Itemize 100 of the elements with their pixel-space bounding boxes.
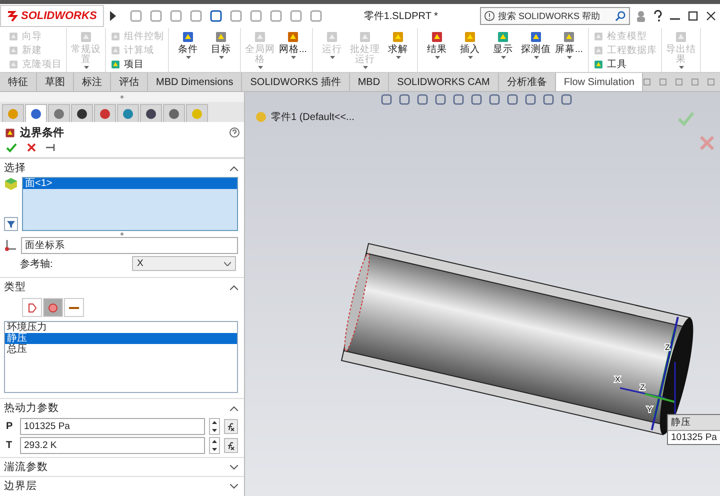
parameter-field[interactable]: 101325 Pa	[20, 418, 205, 435]
solidworks-logo[interactable]: SOLIDWORKS	[0, 5, 104, 27]
panel-tab[interactable]	[71, 104, 93, 122]
part-tree-label[interactable]: 零件1 (Default<<...	[271, 110, 354, 124]
type-button[interactable]	[43, 298, 63, 317]
ok-check-icon[interactable]	[678, 112, 694, 126]
down-arrow-icon[interactable]	[212, 448, 217, 451]
command-tab[interactable]: 特征	[0, 73, 37, 91]
caret-icon	[534, 56, 538, 59]
section-header[interactable]: 边界层	[4, 479, 37, 493]
caret-icon	[218, 56, 224, 59]
ribbon-command[interactable]: 插入	[455, 30, 485, 59]
list-item[interactable]: 总压	[5, 344, 237, 355]
drag-handle-icon[interactable]	[120, 95, 124, 99]
command-icon	[214, 30, 228, 44]
pressure-callout: 静压 101325 Pa	[667, 414, 720, 445]
tab-icon	[76, 108, 88, 120]
spin-button[interactable]	[209, 418, 220, 435]
user-icon[interactable]	[636, 10, 646, 22]
command-icon	[286, 30, 300, 44]
search-icon[interactable]	[615, 10, 626, 22]
command-tab[interactable]: MBD	[350, 73, 390, 91]
expand-chevron-icon[interactable]	[230, 464, 238, 470]
ribbon-command[interactable]: 求解	[383, 30, 413, 59]
resize-handle-icon[interactable]	[120, 232, 124, 236]
collapse-chevron-icon[interactable]	[230, 406, 238, 410]
panel-tab[interactable]	[140, 104, 162, 122]
formula-button[interactable]	[224, 419, 238, 434]
command-tab[interactable]: MBD Dimensions	[148, 73, 242, 91]
list-item[interactable]: 静压	[5, 333, 237, 344]
pin-icon[interactable]	[46, 143, 56, 152]
document-title: 零件1.SLDPRT *	[362, 10, 439, 23]
command-tab[interactable]: SOLIDWORKS CAM	[389, 73, 499, 91]
coordinate-system-field[interactable]: 面坐标系	[21, 237, 238, 254]
command-icon	[110, 31, 121, 42]
section-header[interactable]: 选择	[4, 161, 26, 175]
spin-button[interactable]	[209, 437, 220, 454]
command-tab[interactable]: 草图	[37, 73, 74, 91]
command-icon	[593, 59, 604, 70]
down-arrow-icon[interactable]	[212, 428, 217, 432]
expand-chevron-icon[interactable]	[230, 484, 238, 488]
command-icon	[110, 45, 121, 56]
help-icon[interactable]	[229, 127, 240, 138]
ribbon-command[interactable]: 目标	[206, 30, 236, 59]
function-icon	[227, 442, 235, 450]
tab-icon	[99, 108, 111, 120]
section-header[interactable]: 热动力参数	[4, 401, 59, 415]
ribbon-command[interactable]: 工具	[593, 58, 627, 71]
type-button[interactable]	[64, 298, 84, 317]
panel-tab[interactable]	[163, 104, 185, 122]
formula-button[interactable]	[224, 438, 238, 453]
axis-label: Z	[640, 383, 645, 392]
ribbon-command[interactable]: 网格...	[278, 30, 308, 59]
cube-icon	[4, 177, 18, 191]
command-tab[interactable]: SOLIDWORKS 插件	[242, 73, 350, 91]
expand-arrow-icon[interactable]	[110, 11, 116, 21]
section-header[interactable]: 类型	[4, 280, 26, 294]
flow-opening-icon	[27, 302, 37, 312]
tab-icon	[168, 108, 180, 120]
ok-check-icon[interactable]	[6, 143, 17, 153]
option-list[interactable]: 面<1>	[22, 177, 238, 231]
cancel-x-icon[interactable]	[27, 143, 36, 152]
command-icon	[463, 30, 477, 44]
command-icon	[110, 59, 121, 70]
list-item[interactable]: 面<1>	[23, 178, 237, 189]
collapse-chevron-icon[interactable]	[230, 284, 238, 290]
panel-tab[interactable]	[25, 104, 47, 122]
reference-axis-dropdown[interactable]: X	[132, 256, 236, 271]
command-tab[interactable]: 标注	[74, 73, 111, 91]
up-arrow-icon[interactable]	[212, 421, 217, 424]
caret-icon	[434, 56, 440, 59]
axis-label: Y	[647, 405, 652, 414]
caret-icon	[258, 66, 262, 69]
tab-icon	[53, 108, 65, 120]
command-tab[interactable]: 评估	[111, 73, 148, 91]
type-button[interactable]	[22, 298, 42, 317]
caret-icon	[186, 56, 190, 59]
ribbon-command[interactable]: 项目	[110, 58, 144, 71]
ribbon-command[interactable]: 探测值	[521, 30, 551, 59]
caret-icon	[678, 66, 684, 69]
ribbon-command[interactable]: 屏幕...	[554, 30, 584, 59]
collapse-chevron-icon[interactable]	[230, 166, 238, 170]
tab-icon	[122, 108, 134, 120]
help-icon[interactable]	[654, 10, 662, 22]
command-icon	[391, 30, 405, 44]
filter-icon[interactable]	[4, 217, 18, 231]
ribbon-command[interactable]: 显示	[488, 30, 518, 59]
axis-label: Z	[665, 343, 670, 352]
help-search-field[interactable]: 搜索 SOLIDWORKS 帮助	[480, 7, 630, 25]
function-icon	[227, 422, 235, 430]
command-tab[interactable]: Flow Simulation	[556, 73, 644, 91]
up-arrow-icon[interactable]	[212, 440, 217, 444]
section-header[interactable]: 湍流参数	[4, 460, 48, 474]
command-icon	[8, 59, 19, 70]
command-icon	[593, 31, 604, 42]
ribbon-command[interactable]: 结果	[422, 30, 452, 59]
parameter-field[interactable]: 293.2 K	[20, 437, 205, 454]
command-icon	[562, 30, 576, 44]
ribbon-command[interactable]: 条件	[173, 30, 203, 59]
parameter-label: T	[6, 440, 14, 451]
